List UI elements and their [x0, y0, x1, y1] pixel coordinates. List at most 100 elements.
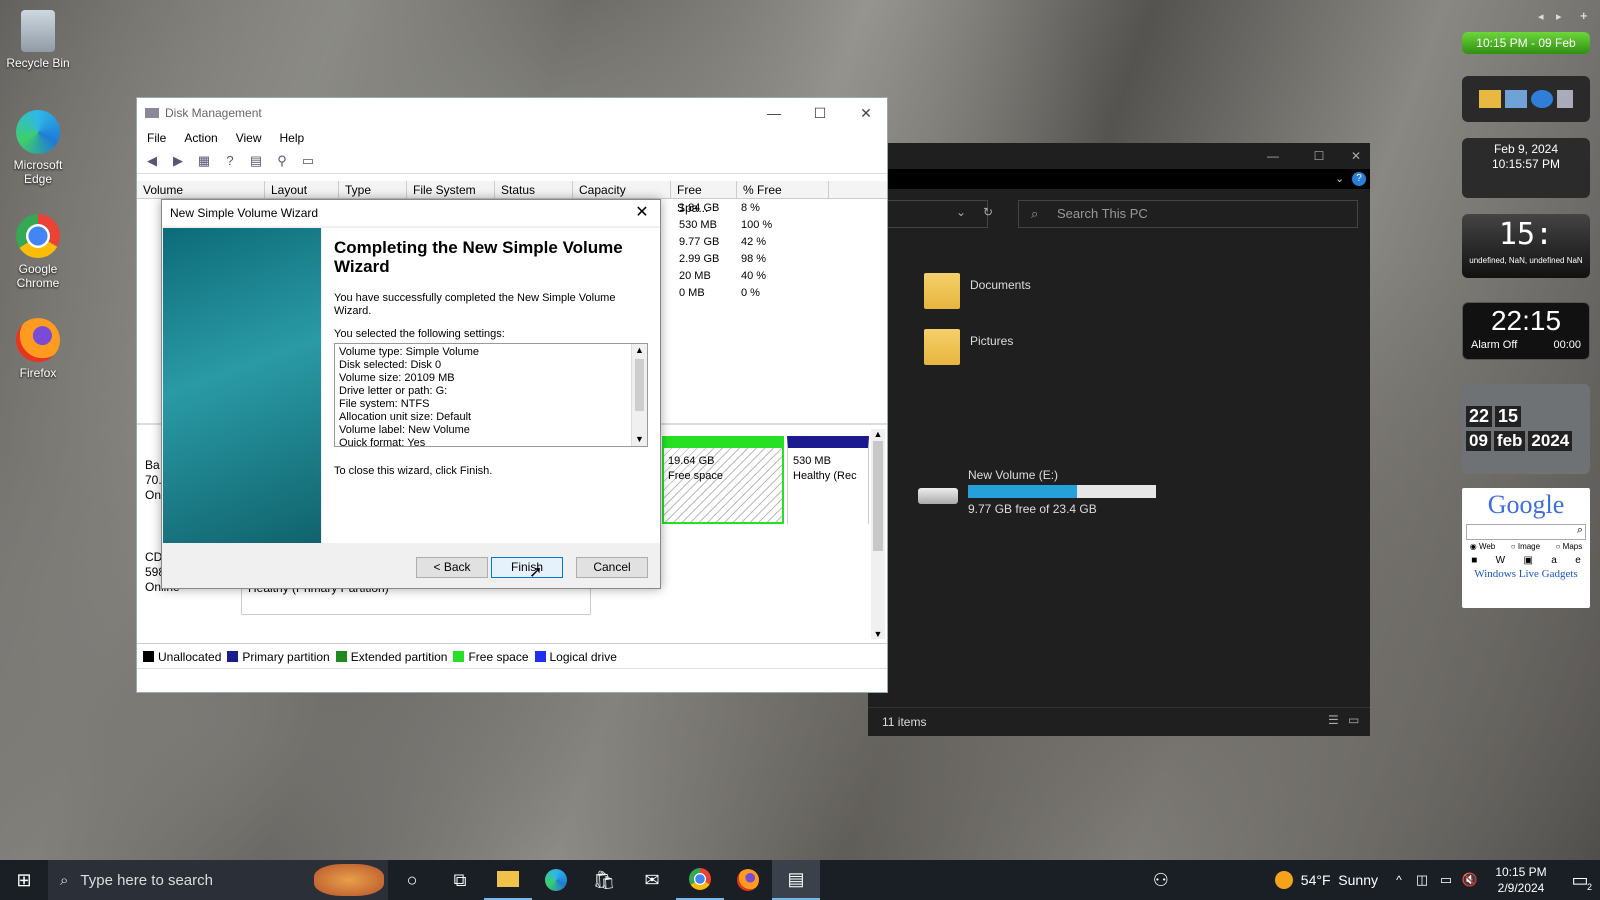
scroll-up-icon[interactable]: ▲	[871, 429, 885, 439]
edge-taskbar-icon[interactable]	[532, 860, 580, 900]
wizard-close-button[interactable]: ✕	[624, 200, 660, 226]
google-search-input[interactable]: ⌕	[1466, 524, 1586, 540]
mail-icon[interactable]: ✉	[628, 860, 676, 900]
meet-now-icon[interactable]: ◫	[1410, 860, 1434, 900]
maximize-button[interactable]: ☐	[1296, 143, 1342, 169]
scroll-thumb[interactable]	[873, 441, 883, 551]
console-tree-icon[interactable]: ▦	[195, 153, 213, 169]
col-percent-free[interactable]: % Free	[737, 181, 829, 198]
table-row[interactable]: 9.77 GB 42 %	[675, 236, 766, 248]
start-button[interactable]: ⊞	[0, 860, 48, 900]
scrollbar-vertical[interactable]: ▲ ▼	[871, 429, 885, 639]
disk0-label[interactable]: Ba 70. On	[145, 458, 162, 503]
col-status[interactable]: Status	[495, 181, 573, 198]
taskbar-clock[interactable]: 10:15 PM 2/9/2024	[1482, 864, 1560, 896]
windows-live-gadgets-link[interactable]: Windows Live Gadgets	[1462, 568, 1590, 580]
computer-icon[interactable]	[1505, 90, 1527, 108]
scroll-down-icon[interactable]: ▼	[871, 629, 885, 639]
help-book-icon[interactable]: ?	[221, 153, 239, 169]
chevron-up-icon[interactable]: ^	[1388, 860, 1410, 900]
back-button[interactable]: < Back	[416, 557, 488, 578]
amazon-icon[interactable]: a	[1551, 555, 1557, 566]
maximize-button[interactable]: ☐	[797, 98, 843, 128]
desktop-icon-recycle-bin[interactable]: Recycle Bin	[4, 10, 72, 70]
people-icon[interactable]: ⚇	[1137, 860, 1185, 900]
gadget-prev-icon[interactable]: ◂	[1538, 10, 1544, 23]
cortana-icon[interactable]: ○	[388, 860, 436, 900]
taskbar-search-box[interactable]: ⌕ Type here to search	[48, 860, 388, 900]
radio-maps[interactable]: ○ Maps	[1556, 542, 1583, 551]
volume-muted-icon[interactable]: 🔇	[1458, 860, 1482, 900]
add-gadget-icon[interactable]: +	[1580, 8, 1588, 23]
forward-arrow-icon[interactable]: ▶	[169, 153, 187, 169]
folder-pictures[interactable]: Pictures	[924, 329, 1013, 365]
store-icon[interactable]: 🛍	[580, 860, 628, 900]
col-free-space[interactable]: Free Spa...	[671, 181, 737, 215]
disk-management-taskbar-icon[interactable]: ▤	[772, 860, 820, 900]
weather-widget[interactable]: 54°F Sunny	[1274, 871, 1378, 889]
firefox-taskbar-icon[interactable]	[724, 860, 772, 900]
network-icon[interactable]: ▭	[1434, 860, 1458, 900]
chevron-down-icon[interactable]: ⌄	[956, 205, 966, 219]
menu-view[interactable]: View	[236, 131, 262, 145]
rescan-icon[interactable]: ⚲	[273, 153, 291, 169]
radio-web[interactable]: ◉ Web	[1470, 542, 1496, 551]
recycle-icon[interactable]	[1557, 90, 1573, 108]
folder-icon[interactable]	[1479, 90, 1501, 108]
free-space-partition[interactable]: 19.64 GB Free space	[662, 436, 784, 524]
menu-help[interactable]: Help	[280, 131, 305, 145]
folder-documents[interactable]: Documents	[924, 273, 1031, 309]
details-view-icon[interactable]: ☰	[1328, 713, 1339, 727]
table-row[interactable]: 20 MB 40 %	[675, 270, 766, 282]
col-volume[interactable]: Volume	[137, 181, 265, 198]
scroll-thumb[interactable]	[635, 359, 644, 411]
settings-scrollbar[interactable]: ▲ ▼	[631, 344, 647, 446]
gadget-next-icon[interactable]: ▸	[1556, 10, 1562, 23]
menu-action[interactable]: Action	[184, 131, 217, 145]
chevron-down-icon[interactable]: ⌄	[1335, 172, 1344, 185]
properties-icon[interactable]: ▤	[247, 153, 265, 169]
table-row[interactable]: 0 MB 0 %	[675, 287, 760, 299]
tiles-view-icon[interactable]: ▭	[1348, 713, 1359, 727]
gadget-alarm-clock[interactable]: 22:15 Alarm Off 00:00	[1462, 302, 1590, 360]
desktop-icon-chrome[interactable]: Google Chrome	[4, 214, 72, 290]
gadget-digital-clock[interactable]: 15: undefined, NaN, undefined NaN	[1462, 214, 1590, 278]
back-arrow-icon[interactable]: ◀	[143, 153, 161, 169]
file-explorer-taskbar-icon[interactable]	[484, 860, 532, 900]
notification-center-icon[interactable]: ▭ 2	[1560, 860, 1600, 900]
gadget-date[interactable]: Feb 9, 2024 10:15:57 PM	[1462, 138, 1590, 198]
minimize-button[interactable]: —	[751, 98, 797, 128]
close-button[interactable]: ✕	[1342, 143, 1370, 169]
radio-image[interactable]: ○ Image	[1511, 542, 1540, 551]
youtube-icon[interactable]: ▣	[1523, 555, 1532, 566]
gadget-flip-clock[interactable]: 22 15 09 feb 2024	[1462, 384, 1590, 474]
finish-button[interactable]: Finish	[491, 557, 563, 578]
refresh-icon[interactable]: ↻	[983, 205, 993, 219]
minimize-button[interactable]: —	[1250, 143, 1296, 169]
help-icon[interactable]: ?	[1352, 172, 1366, 186]
wikipedia-icon[interactable]: W	[1496, 555, 1505, 566]
table-row[interactable]: 1.84 GB 8 %	[675, 202, 760, 214]
col-layout[interactable]: Layout	[265, 181, 339, 198]
task-view-icon[interactable]: ⧉	[436, 860, 484, 900]
desktop-icon-edge[interactable]: Microsoft Edge	[4, 110, 72, 186]
ebay-icon[interactable]: e	[1575, 555, 1581, 566]
menu-file[interactable]: File	[147, 131, 166, 145]
settings-panel-icon[interactable]: ▭	[299, 153, 317, 169]
desktop-icon-firefox[interactable]: Firefox	[4, 318, 72, 380]
close-button[interactable]: ✕	[843, 98, 889, 128]
col-capacity[interactable]: Capacity	[573, 181, 671, 198]
scroll-down-icon[interactable]: ▼	[632, 433, 647, 446]
search-input[interactable]: ⌕ Search This PC	[1018, 200, 1358, 228]
settings-summary-box[interactable]: Volume type: Simple Volume Disk selected…	[334, 343, 648, 447]
col-file-system[interactable]: File System	[407, 181, 495, 198]
recovery-partition[interactable]: 530 MB Healthy (Rec	[787, 436, 869, 524]
scroll-up-icon[interactable]: ▲	[632, 344, 647, 357]
gadget-clock-bar[interactable]: 10:15 PM - 09 Feb	[1462, 32, 1590, 54]
ie-icon[interactable]	[1531, 90, 1553, 108]
table-row[interactable]: 530 MB 100 %	[675, 219, 772, 231]
col-type[interactable]: Type	[339, 181, 407, 198]
google-shortcut-icon[interactable]: ■	[1471, 555, 1477, 566]
chrome-taskbar-icon[interactable]	[676, 860, 724, 900]
gadget-launcher[interactable]	[1462, 76, 1590, 122]
